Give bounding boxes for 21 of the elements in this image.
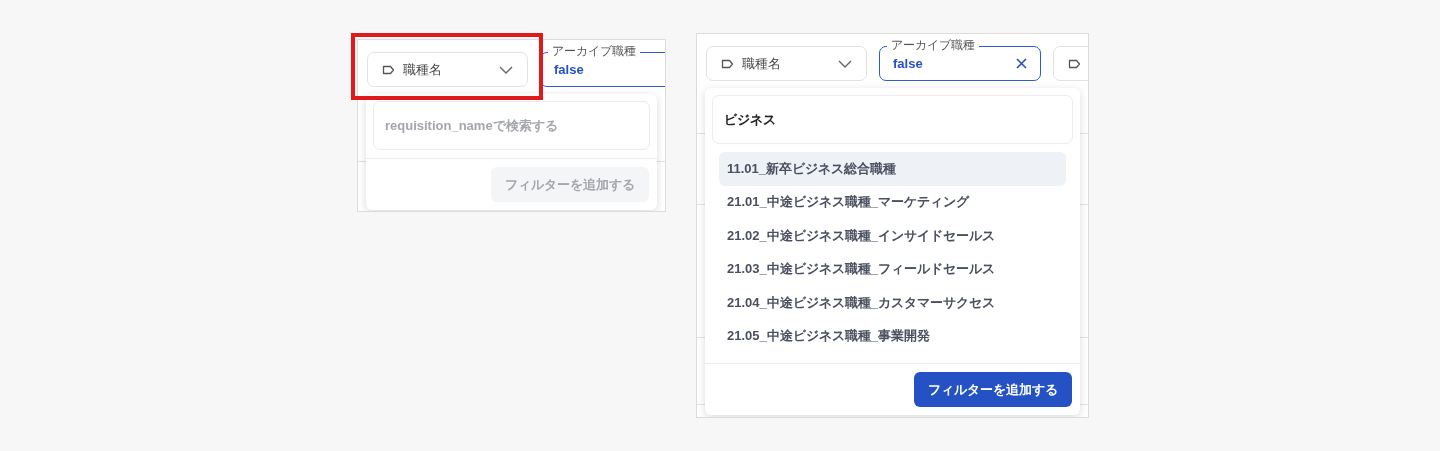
option-item[interactable]: 21.02_中途ビジネス職種_インサイドセールス [719, 219, 1066, 253]
tag-icon [382, 64, 395, 75]
chevron-down-icon [499, 65, 513, 74]
chevron-down-icon [838, 59, 852, 68]
option-item[interactable]: 21.03_中途ビジネス職種_フィールドセールス [719, 252, 1066, 286]
field-value: false [554, 62, 585, 77]
close-icon[interactable] [1016, 58, 1027, 69]
add-filter-button[interactable]: フィルターを追加する [914, 372, 1072, 407]
tag-icon [721, 58, 734, 69]
archive-filter-field[interactable]: アーカイブ職種 false [879, 38, 1041, 81]
search-field[interactable]: ビジネス [712, 95, 1073, 144]
option-item[interactable]: 21.05_中途ビジネス職種_事業開発 [719, 319, 1066, 353]
option-item[interactable]: 21.01_中途ビジネス職種_マーケティング [719, 185, 1066, 219]
option-item[interactable]: 21.04_中途ビジネス職種_カスタマーサクセス [719, 286, 1066, 320]
filter-select[interactable]: 職種名 [367, 52, 528, 87]
field-value: false [893, 56, 924, 71]
tag-icon [1068, 58, 1081, 69]
option-item[interactable]: 11.01_新卒ビジネス総合職種 [719, 152, 1066, 186]
field-label: アーカイブ職種 [887, 38, 979, 53]
field-label: アーカイブ職種 [548, 44, 640, 59]
filter-select[interactable]: 職種名 [706, 46, 867, 81]
